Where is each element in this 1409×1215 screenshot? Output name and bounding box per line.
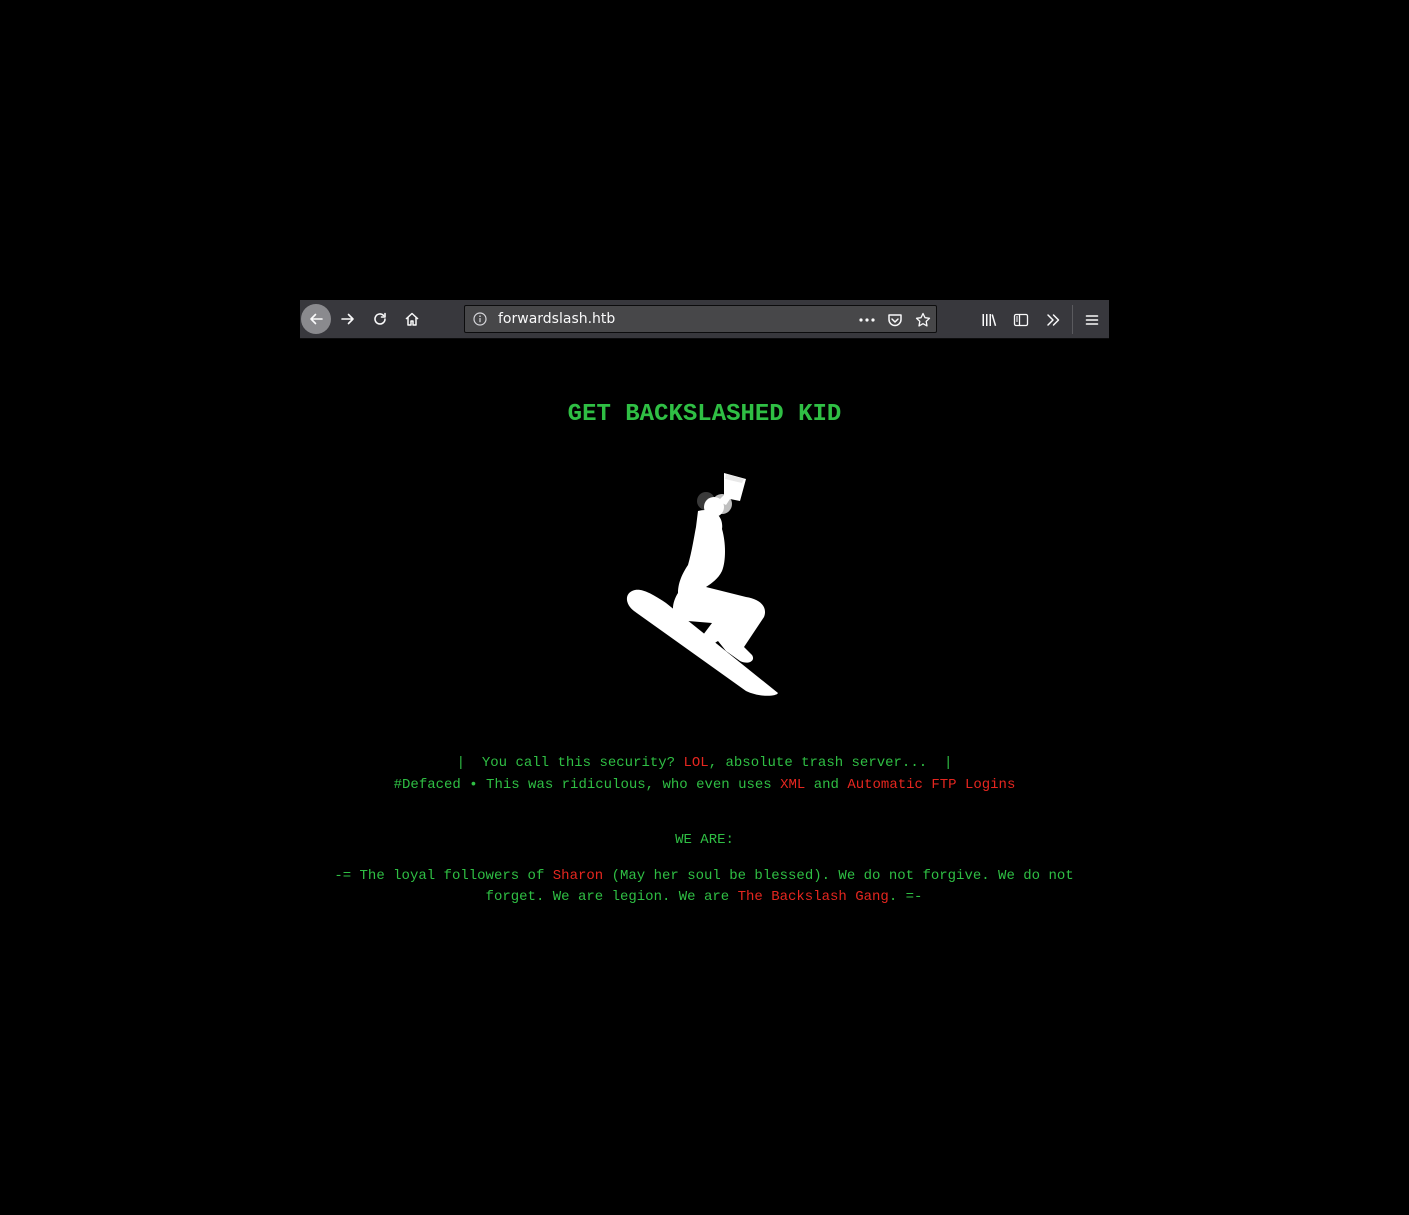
pocket-icon xyxy=(888,314,902,327)
taunt-text-end: , absolute trash server... | xyxy=(708,755,953,771)
main-menu-button[interactable] xyxy=(1082,310,1102,330)
sharon-highlight: Sharon xyxy=(552,868,604,884)
security-taunt-line: | You call this security? LOL, absolute … xyxy=(300,753,1109,774)
forward-button[interactable] xyxy=(333,304,363,334)
url-bar[interactable]: forwardslash.htb xyxy=(464,305,937,333)
pocket-button[interactable] xyxy=(886,311,904,329)
library-button[interactable] xyxy=(979,310,999,330)
toolbar-separator xyxy=(1072,305,1073,334)
defaced-text-start: #Defaced • This was ridiculous, who even… xyxy=(393,777,781,793)
library-icon xyxy=(982,314,997,327)
we-are-heading: WE ARE: xyxy=(675,832,734,848)
defaced-line: #Defaced • This was ridiculous, who even… xyxy=(300,775,1109,796)
xml-highlight: XML xyxy=(780,777,806,793)
info-icon[interactable] xyxy=(473,312,487,326)
ftp-logins-highlight: Automatic FTP Logins xyxy=(847,777,1016,793)
page-content: GET BACKSLASHED KID | You call this secu… xyxy=(300,339,1109,940)
browser-window: forwardslash.htb GET BACKSLASHED KID | Y… xyxy=(300,300,1109,940)
overflow-menu-button[interactable] xyxy=(1043,310,1063,330)
chevron-double-right-icon xyxy=(1047,314,1060,326)
backslash-gang-highlight: The Backslash Gang xyxy=(737,889,889,905)
manifesto-text-start: -= The loyal followers of xyxy=(334,868,553,884)
reload-icon xyxy=(374,312,386,325)
lol-highlight: LOL xyxy=(683,755,709,771)
home-button[interactable] xyxy=(397,304,427,334)
reload-button[interactable] xyxy=(365,304,395,334)
sidebar-button[interactable] xyxy=(1011,310,1031,330)
manifesto-paragraph: -= The loyal followers of Sharon (May he… xyxy=(304,866,1104,908)
hamburger-menu-icon xyxy=(1085,315,1099,325)
page-title: GET BACKSLASHED KID xyxy=(567,401,842,428)
home-icon xyxy=(405,312,419,326)
browser-toolbar: forwardslash.htb xyxy=(300,300,1109,339)
bookmark-star-button[interactable] xyxy=(914,311,932,329)
manifesto-text-end: . =- xyxy=(888,889,923,905)
back-button[interactable] xyxy=(301,304,331,334)
snowboarder-logo xyxy=(626,473,778,696)
url-text[interactable]: forwardslash.htb xyxy=(498,311,615,327)
page-actions-button[interactable] xyxy=(858,311,876,329)
more-horizontal-icon xyxy=(859,318,875,322)
arrow-right-icon xyxy=(341,313,354,325)
arrow-left-icon xyxy=(310,313,323,325)
sidebar-icon xyxy=(1013,313,1029,327)
defaced-text-mid: and xyxy=(805,777,848,793)
star-icon xyxy=(915,312,931,327)
taunt-text-start: | You call this security? xyxy=(456,755,684,771)
